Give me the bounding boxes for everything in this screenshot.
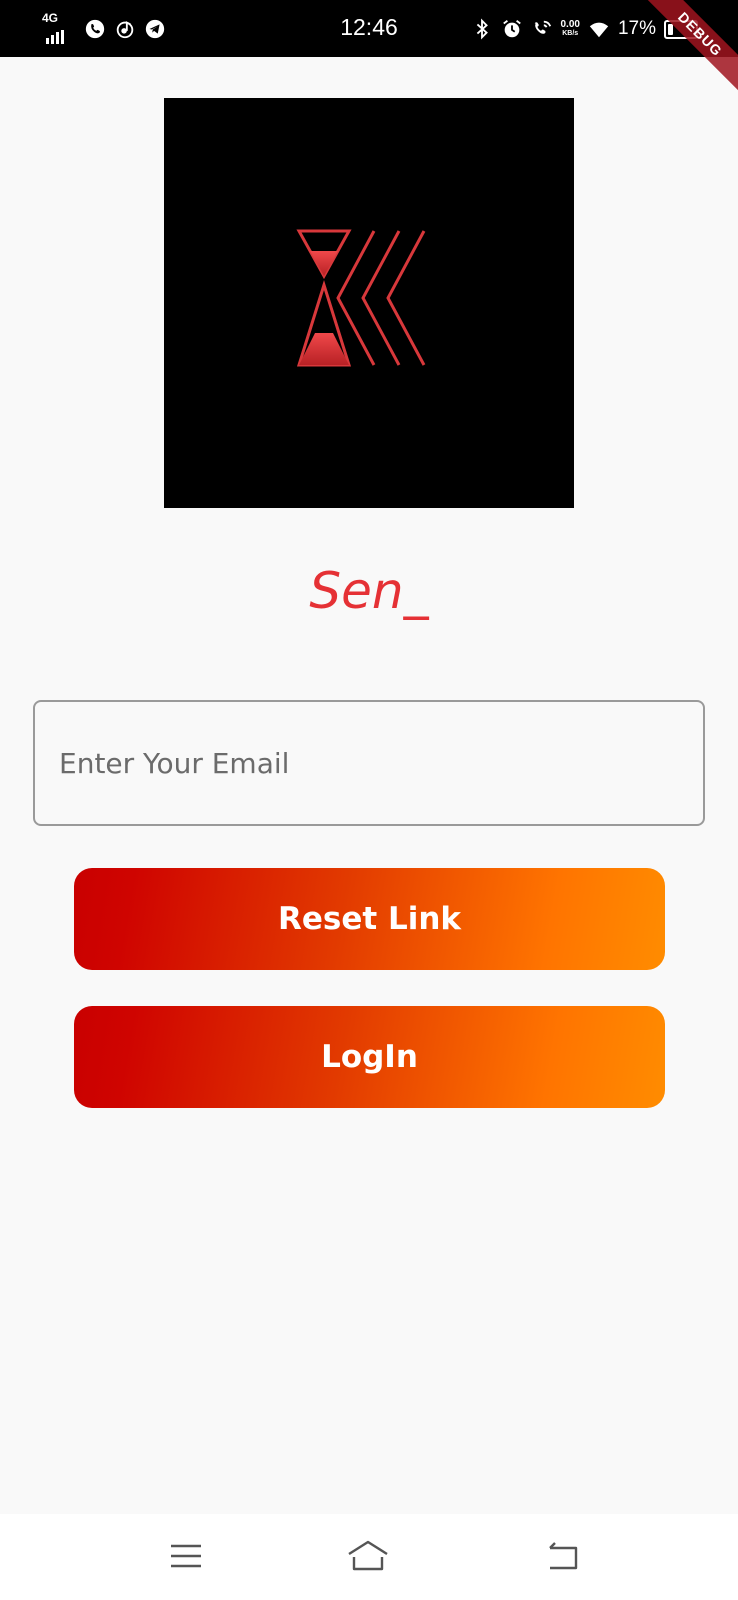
home-icon[interactable]	[345, 1536, 391, 1576]
wifi-calling-icon	[534, 20, 551, 34]
reset-link-button[interactable]: Reset Link	[74, 868, 665, 970]
back-icon[interactable]	[540, 1536, 586, 1576]
wifi-icon	[589, 22, 609, 38]
menu-icon[interactable]	[163, 1536, 209, 1576]
network-speed-value: 0.00	[560, 19, 580, 30]
email-input[interactable]	[33, 700, 705, 826]
status-right-icons: 0.00 KB/s 17%	[471, 14, 698, 44]
battery-percent: 17%	[617, 18, 656, 39]
bluetooth-icon	[476, 18, 488, 40]
system-navigation-bar	[0, 1514, 738, 1600]
hourglass-k-logo-icon	[296, 229, 426, 367]
alarm-icon	[502, 20, 521, 38]
app-name-title: Sen_	[309, 562, 429, 620]
app-logo	[164, 98, 574, 508]
status-bar: 4G 12:46 0.00 KB/s 17%	[0, 0, 738, 57]
network-speed-unit: KB/s	[562, 30, 579, 37]
network-speed: 0.00 KB/s	[561, 20, 580, 38]
login-button[interactable]: LogIn	[74, 1006, 665, 1108]
